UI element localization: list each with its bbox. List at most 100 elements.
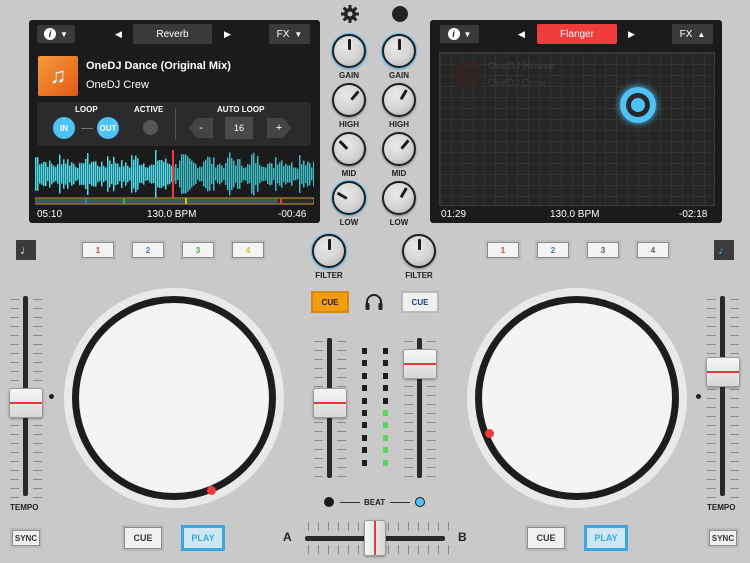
waveform-bar [79, 162, 81, 186]
fader-track [720, 296, 725, 496]
deck-a-jog-wheel[interactable] [72, 296, 276, 500]
loop-in-button[interactable]: IN [53, 117, 75, 139]
deck-a-info-button[interactable]: i ▼ [37, 25, 75, 43]
waveform-bar [197, 168, 199, 180]
deck-a-waveform[interactable] [35, 150, 314, 206]
deck-b-fx-next[interactable]: ▶ [628, 29, 635, 40]
deck-a-fx-button[interactable]: FX ▼ [269, 24, 310, 44]
deck-b-fx-button[interactable]: FX ▲ [672, 24, 713, 44]
ghost-album-art [452, 59, 482, 89]
crossfader-handle[interactable] [364, 520, 386, 556]
auto-loop-minus[interactable]: - [189, 118, 213, 138]
deck-b-hotcue-1[interactable]: 1 [485, 240, 521, 260]
deck-b-fx-name[interactable]: Flanger [537, 24, 617, 44]
fader-tick [314, 359, 323, 360]
deck-a-sync-button[interactable]: SYNC [10, 528, 42, 548]
auto-loop-plus[interactable]: + [267, 118, 291, 138]
channel-b-volume-fader[interactable] [400, 338, 440, 478]
channel-a-mid-label: MID [341, 169, 357, 178]
deck-b-tempo-fader[interactable] [703, 296, 743, 498]
loop-out-button[interactable]: OUT [97, 117, 119, 139]
meter-segment [383, 410, 388, 416]
record-icon[interactable] [392, 6, 408, 22]
fx-xy-pad[interactable]: OneDJ House OneDJ Crew [439, 52, 715, 206]
channel-a-mid-knob[interactable] [332, 132, 366, 166]
waveform-bar [283, 166, 285, 182]
deck-b-fx-prev[interactable]: ◀ [518, 29, 525, 40]
crossfader-tick [418, 522, 419, 531]
mixer-cue-b-button[interactable]: CUE [401, 291, 439, 313]
fader-tick [33, 470, 42, 471]
fader-tick [404, 386, 413, 387]
fader-tick [33, 425, 42, 426]
deck-b-jog-wheel[interactable] [475, 296, 679, 500]
fader-handle[interactable] [313, 387, 347, 418]
deck-a-hotcue-2[interactable]: 2 [130, 240, 166, 260]
channel-b-filter-knob[interactable] [402, 234, 436, 268]
deck-a-cue-button[interactable]: CUE [122, 525, 164, 551]
deck-b-cue-button[interactable]: CUE [525, 525, 567, 551]
channel-b-mid-knob[interactable] [382, 132, 416, 166]
deck-b-info-button[interactable]: i ▼ [440, 25, 479, 43]
fader-tick [707, 353, 716, 354]
deck-b-jog-dot [696, 394, 701, 399]
waveform-bar [77, 168, 79, 180]
crossfader-tick [408, 545, 409, 554]
waveform-bar [247, 164, 249, 184]
waveform-bar [219, 163, 221, 185]
fader-tick [33, 479, 42, 480]
fader-handle[interactable] [403, 349, 437, 379]
deck-b-sync-button[interactable]: SYNC [707, 528, 739, 548]
fader-tick [707, 461, 716, 462]
channel-a-gain-knob[interactable] [332, 34, 366, 68]
waveform-bar [191, 160, 193, 188]
waveform-bar [35, 157, 37, 191]
deck-b-play-button[interactable]: PLAY [584, 525, 628, 551]
channel-b-high-knob[interactable] [382, 83, 416, 117]
waveform-bar [95, 161, 97, 187]
channel-b-low-label: LOW [389, 218, 409, 227]
crossfader[interactable] [300, 516, 450, 560]
fader-handle[interactable] [9, 387, 43, 418]
channel-b-low-knob[interactable] [382, 181, 416, 215]
fader-tick [730, 407, 739, 408]
music-note-icon: ♩ [20, 243, 32, 257]
fader-tick [10, 335, 19, 336]
deck-b-hotcue-2[interactable]: 2 [535, 240, 571, 260]
ghost-track-title: OneDJ House [488, 61, 554, 72]
deck-b-hotcue-4[interactable]: 4 [635, 240, 671, 260]
deck-a-hotcue-4[interactable]: 4 [230, 240, 266, 260]
crossfader-tick [328, 545, 329, 554]
fader-tick [314, 350, 323, 351]
channel-a-filter-knob[interactable] [312, 234, 346, 268]
channel-b-gain-knob[interactable] [382, 34, 416, 68]
fx-pad-cursor[interactable] [620, 87, 656, 123]
fader-handle[interactable] [706, 357, 740, 388]
waveform-bar [169, 164, 171, 184]
deck-a-hotcue-1[interactable]: 1 [80, 240, 116, 260]
waveform-bar [203, 161, 205, 187]
deck-b-music-note-button[interactable]: ♩ [714, 240, 734, 260]
fader-tick [404, 431, 413, 432]
channel-a-low-knob[interactable] [332, 181, 366, 215]
meter-segment [362, 348, 367, 354]
waveform-bar [199, 166, 201, 182]
fader-tick [404, 404, 413, 405]
mixer-cue-a-button[interactable]: CUE [311, 291, 349, 313]
crossfader-tick [408, 522, 409, 531]
fader-tick [337, 377, 346, 378]
crossfader-tick [338, 545, 339, 554]
deck-b-hotcue-3[interactable]: 3 [585, 240, 621, 260]
gear-icon[interactable] [340, 4, 360, 24]
deck-a-play-button[interactable]: PLAY [181, 525, 225, 551]
deck-a-music-note-button[interactable]: ♩ [16, 240, 36, 260]
channel-a-high-knob[interactable] [332, 83, 366, 117]
deck-a-tempo-fader[interactable] [6, 296, 46, 498]
waveform-bar [103, 165, 105, 183]
deck-a-fx-next[interactable]: ▶ [224, 29, 231, 40]
fader-tick [730, 344, 739, 345]
deck-a-hotcue-3[interactable]: 3 [180, 240, 216, 260]
deck-a-fx-name[interactable]: Reverb [133, 24, 212, 44]
channel-a-volume-fader[interactable] [310, 338, 350, 478]
deck-a-fx-prev[interactable]: ◀ [115, 29, 122, 40]
